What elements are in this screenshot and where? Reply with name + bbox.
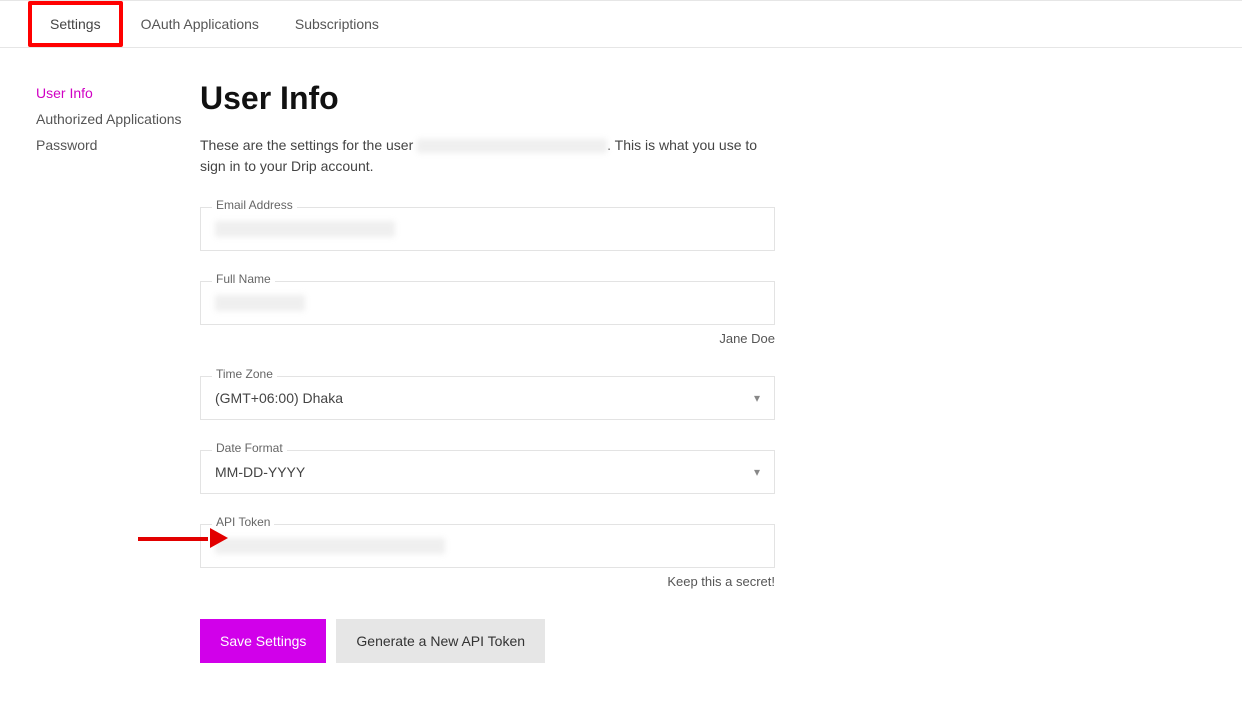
redacted-apitoken-value: [215, 538, 445, 554]
field-email: Email Address: [200, 207, 775, 251]
fullname-input[interactable]: [200, 281, 775, 325]
redacted-fullname-value: [215, 295, 305, 311]
email-input[interactable]: [200, 207, 775, 251]
page-title: User Info: [200, 80, 775, 117]
sidebar: User Info Authorized Applications Passwo…: [0, 80, 200, 663]
button-row: Save Settings Generate a New API Token: [200, 619, 775, 663]
save-settings-button[interactable]: Save Settings: [200, 619, 326, 663]
field-dateformat: Date Format MM-DD-YYYY ▾: [200, 450, 775, 494]
fullname-label: Full Name: [212, 272, 275, 286]
tab-subscriptions[interactable]: Subscriptions: [277, 1, 397, 47]
apitoken-helper: Keep this a secret!: [200, 574, 775, 589]
generate-api-token-button[interactable]: Generate a New API Token: [336, 619, 545, 663]
arrow-line: [138, 537, 208, 541]
email-label: Email Address: [212, 198, 297, 212]
chevron-down-icon: ▾: [754, 465, 760, 479]
apitoken-label: API Token: [212, 515, 274, 529]
tab-oauth-applications[interactable]: OAuth Applications: [123, 1, 277, 47]
dateformat-value: MM-DD-YYYY: [215, 464, 305, 480]
desc-pre: These are the settings for the user: [200, 137, 417, 153]
redacted-email-value: [215, 221, 395, 237]
tab-settings[interactable]: Settings: [28, 1, 123, 47]
page-description: These are the settings for the user . Th…: [200, 135, 775, 177]
timezone-value: (GMT+06:00) Dhaka: [215, 390, 343, 406]
top-tabs: Settings OAuth Applications Subscription…: [0, 0, 1242, 48]
chevron-down-icon: ▾: [754, 391, 760, 405]
sidebar-item-user-info[interactable]: User Info: [36, 80, 200, 106]
apitoken-input[interactable]: [200, 524, 775, 568]
field-fullname: Full Name Jane Doe: [200, 281, 775, 346]
field-apitoken: API Token Keep this a secret!: [200, 524, 775, 589]
main-content: User Info These are the settings for the…: [200, 80, 775, 663]
redacted-username: [417, 139, 607, 153]
field-timezone: Time Zone (GMT+06:00) Dhaka ▾: [200, 376, 775, 420]
dateformat-select[interactable]: MM-DD-YYYY ▾: [200, 450, 775, 494]
fullname-helper: Jane Doe: [200, 331, 775, 346]
timezone-select[interactable]: (GMT+06:00) Dhaka ▾: [200, 376, 775, 420]
annotation-arrow: [138, 528, 228, 548]
sidebar-item-password[interactable]: Password: [36, 132, 200, 158]
sidebar-item-authorized-applications[interactable]: Authorized Applications: [36, 106, 200, 132]
arrow-head-icon: [210, 528, 228, 548]
timezone-label: Time Zone: [212, 367, 277, 381]
dateformat-label: Date Format: [212, 441, 287, 455]
